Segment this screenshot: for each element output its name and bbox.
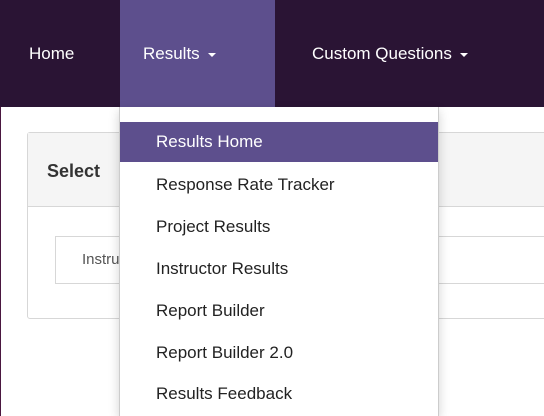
menu-item-label: Results Feedback [156, 384, 293, 403]
menu-item-label: Response Rate Tracker [156, 175, 335, 194]
menu-item-report-builder-2[interactable]: Report Builder 2.0 [120, 333, 438, 373]
caret-down-icon [207, 52, 216, 57]
top-navbar: Home Results Custom Questions [0, 0, 544, 107]
nav-home-label: Home [29, 43, 75, 63]
menu-item-project-results[interactable]: Project Results [120, 207, 438, 247]
menu-item-report-builder[interactable]: Report Builder [120, 291, 438, 331]
menu-item-label: Report Builder [156, 301, 265, 320]
menu-item-label: Results Home [156, 132, 263, 151]
menu-item-results-home[interactable]: Results Home [120, 122, 438, 162]
nav-results-label: Results [143, 43, 200, 63]
panel-title: Select [47, 161, 101, 181]
menu-item-instructor-results[interactable]: Instructor Results [120, 249, 438, 289]
menu-item-label: Report Builder 2.0 [156, 343, 294, 362]
nav-custom-questions-dropdown[interactable]: Custom Questions [300, 0, 544, 107]
menu-item-response-rate-tracker[interactable]: Response Rate Tracker [120, 165, 438, 205]
menu-item-results-feedback[interactable]: Results Feedback [120, 374, 438, 414]
results-dropdown-menu: Results Home Response Rate Tracker Proje… [119, 107, 439, 416]
menu-item-label: Project Results [156, 217, 271, 236]
nav-custom-questions-label: Custom Questions [312, 43, 452, 63]
menu-item-label: Instructor Results [156, 259, 289, 278]
nav-home[interactable]: Home [17, 0, 105, 107]
nav-results-dropdown[interactable]: Results [120, 0, 275, 107]
caret-down-icon [459, 52, 468, 57]
